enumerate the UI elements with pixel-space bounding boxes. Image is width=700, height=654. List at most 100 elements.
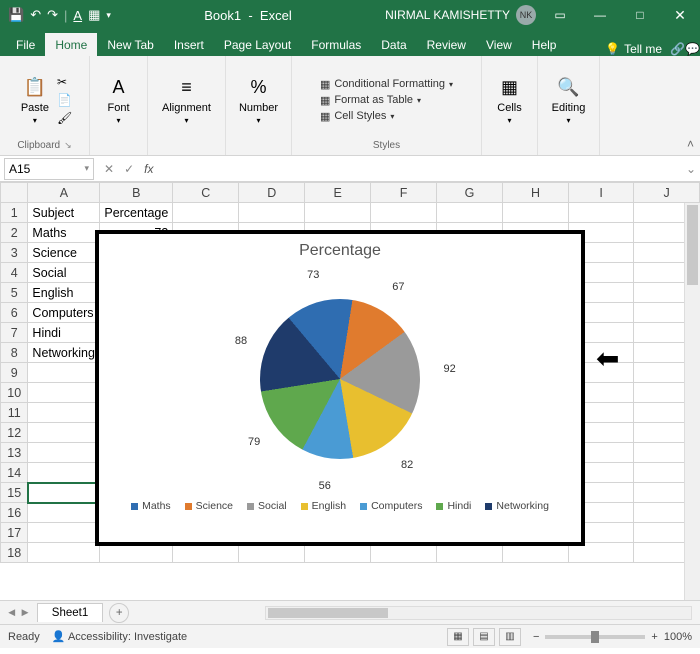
cell[interactable] xyxy=(28,503,100,523)
cells-group[interactable]: ▦Cells▾ xyxy=(493,74,525,127)
select-all-cell[interactable] xyxy=(1,183,28,203)
paste-button[interactable]: 📋 Paste ▾ xyxy=(17,74,53,127)
maximize-button[interactable]: □ xyxy=(620,0,660,30)
tab-new-tab[interactable]: New Tab xyxy=(97,33,163,56)
row-header[interactable]: 4 xyxy=(1,263,28,283)
row-header[interactable]: 8 xyxy=(1,343,28,363)
row-header[interactable]: 6 xyxy=(1,303,28,323)
dialog-launcher-icon[interactable]: ↘ xyxy=(64,140,72,151)
row-header[interactable]: 10 xyxy=(1,383,28,403)
normal-view-button[interactable]: ▦ xyxy=(447,628,469,646)
legend-item[interactable]: Hindi xyxy=(436,500,471,512)
legend-item[interactable]: Social xyxy=(247,500,287,512)
column-header[interactable]: G xyxy=(436,183,502,203)
vertical-scrollbar[interactable] xyxy=(684,203,700,600)
row-header[interactable]: 2 xyxy=(1,223,28,243)
cell[interactable] xyxy=(502,203,568,223)
column-header[interactable]: C xyxy=(173,183,239,203)
chart-title[interactable]: Percentage xyxy=(99,234,581,264)
row-header[interactable]: 14 xyxy=(1,463,28,483)
legend-item[interactable]: Science xyxy=(185,500,233,512)
pie-chart[interactable] xyxy=(260,299,420,459)
chart-plot-area[interactable]: 73679282567988 xyxy=(99,264,581,494)
row-header[interactable]: 12 xyxy=(1,423,28,443)
cell[interactable] xyxy=(371,203,437,223)
user-avatar[interactable]: NK xyxy=(516,5,536,25)
cell[interactable]: Maths xyxy=(28,223,100,243)
format-painter-icon[interactable]: 🖌 xyxy=(57,111,72,125)
zoom-level[interactable]: 100% xyxy=(664,631,692,643)
cell[interactable] xyxy=(28,523,100,543)
expand-formula-bar-icon[interactable]: ⌄ xyxy=(682,162,700,176)
row-header[interactable]: 17 xyxy=(1,523,28,543)
redo-icon[interactable]: ↷ xyxy=(47,7,58,23)
page-layout-view-button[interactable]: ▤ xyxy=(473,628,495,646)
undo-icon[interactable]: ↶ xyxy=(30,7,41,23)
save-icon[interactable]: 💾 xyxy=(8,7,24,23)
tab-view[interactable]: View xyxy=(476,33,522,56)
column-header[interactable]: E xyxy=(305,183,371,203)
name-box[interactable]: A15 ▾ xyxy=(4,158,94,180)
row-header[interactable]: 9 xyxy=(1,363,28,383)
column-header[interactable]: I xyxy=(568,183,633,203)
format-as-table-button[interactable]: ▦Format as Table ▾ xyxy=(320,94,421,107)
column-header[interactable]: A xyxy=(28,183,100,203)
row-header[interactable]: 3 xyxy=(1,243,28,263)
fx-icon[interactable]: fx xyxy=(144,162,159,176)
cell[interactable] xyxy=(28,363,100,383)
cell[interactable] xyxy=(305,203,371,223)
column-header[interactable]: D xyxy=(239,183,305,203)
sheet-nav-next-icon[interactable]: ► xyxy=(19,607,30,619)
conditional-formatting-button[interactable]: ▦Conditional Formatting ▾ xyxy=(320,78,453,91)
column-header[interactable]: F xyxy=(371,183,437,203)
horizontal-scrollbar[interactable] xyxy=(265,606,692,620)
legend-item[interactable]: Networking xyxy=(485,500,549,512)
cell[interactable] xyxy=(568,203,633,223)
ribbon-display-icon[interactable]: ▭ xyxy=(540,0,580,30)
row-header[interactable]: 18 xyxy=(1,543,28,563)
cell[interactable] xyxy=(173,203,239,223)
cell[interactable]: Percentage xyxy=(100,203,173,223)
enter-formula-icon[interactable]: ✓ xyxy=(124,162,134,176)
cell[interactable] xyxy=(28,463,100,483)
row-header[interactable]: 11 xyxy=(1,403,28,423)
cell[interactable] xyxy=(28,383,100,403)
cancel-formula-icon[interactable]: ✕ xyxy=(104,162,114,176)
cell[interactable]: Social xyxy=(28,263,100,283)
worksheet-grid[interactable]: ABCDEFGHIJ1SubjectPercentage2Maths733Sci… xyxy=(0,182,700,600)
row-header[interactable]: 16 xyxy=(1,503,28,523)
cell[interactable] xyxy=(28,423,100,443)
tab-data[interactable]: Data xyxy=(371,33,416,56)
font-group[interactable]: AFont▾ xyxy=(103,74,135,127)
chart-object[interactable]: Percentage 73679282567988 MathsScienceSo… xyxy=(95,230,585,546)
column-header[interactable]: B xyxy=(100,183,173,203)
tab-page-layout[interactable]: Page Layout xyxy=(214,33,301,56)
number-group[interactable]: %Number▾ xyxy=(235,74,282,127)
cell[interactable] xyxy=(239,203,305,223)
cell[interactable]: Hindi xyxy=(28,323,100,343)
row-header[interactable]: 15 xyxy=(1,483,28,503)
cell[interactable] xyxy=(436,203,502,223)
tab-file[interactable]: File xyxy=(6,33,45,56)
page-break-view-button[interactable]: ▥ xyxy=(499,628,521,646)
cell[interactable] xyxy=(28,543,100,563)
column-header[interactable]: J xyxy=(634,183,700,203)
fill-color-icon[interactable]: ▦ xyxy=(88,7,100,23)
chart-legend[interactable]: MathsScienceSocialEnglishComputersHindiN… xyxy=(99,494,581,518)
sheet-tab[interactable]: Sheet1 xyxy=(37,603,103,622)
tell-me[interactable]: 💡 Tell me xyxy=(597,42,670,56)
share-icon[interactable]: 🔗 xyxy=(670,42,685,56)
cell[interactable]: Computers xyxy=(28,303,100,323)
legend-item[interactable]: Computers xyxy=(360,500,422,512)
copy-icon[interactable]: 📄 xyxy=(57,93,72,107)
collapse-ribbon-icon[interactable]: ˄ xyxy=(687,137,694,151)
zoom-slider[interactable] xyxy=(545,635,645,639)
accessibility-check[interactable]: 👤 Accessibility: Investigate xyxy=(52,630,187,643)
cell[interactable]: Science xyxy=(28,243,100,263)
alignment-group[interactable]: ≡Alignment▾ xyxy=(158,74,215,127)
editing-group[interactable]: 🔍Editing▾ xyxy=(548,74,590,127)
row-header[interactable]: 5 xyxy=(1,283,28,303)
sheet-nav-prev-icon[interactable]: ◄ xyxy=(6,607,17,619)
zoom-control[interactable]: − + 100% xyxy=(533,631,692,643)
tab-home[interactable]: Home xyxy=(45,33,97,56)
